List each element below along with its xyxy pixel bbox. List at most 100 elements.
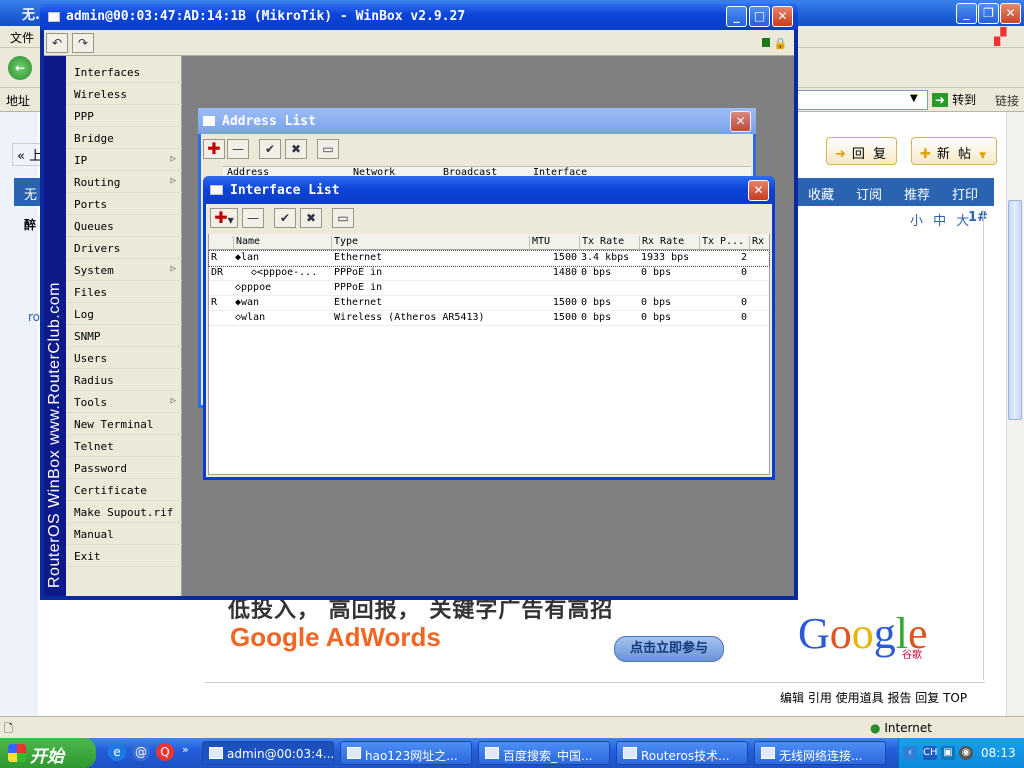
add-icon[interactable]: ✚▼	[210, 208, 238, 228]
interface-table-header: Name Type MTU Tx Rate Rx Rate Tx P... Rx	[209, 234, 769, 250]
cell-type: PPPoE in	[334, 267, 383, 278]
links-label[interactable]: 链接	[995, 92, 1019, 109]
back-arrow-icon[interactable]: ←	[8, 56, 32, 80]
cell-tx: 3.4 kbps	[581, 252, 630, 263]
col-mtu[interactable]: MTU	[529, 236, 579, 250]
task-wireless[interactable]: 无线网络连接...	[754, 741, 886, 765]
nav-recommend[interactable]: 推荐	[904, 184, 930, 203]
col-rx-packets[interactable]: Rx	[749, 236, 769, 250]
menu-item-exit[interactable]: Exit	[66, 545, 182, 567]
browser-quicklaunch-icon[interactable]: @	[132, 743, 150, 761]
menu-item-radius[interactable]: Radius	[66, 369, 182, 391]
menu-item-drivers[interactable]: Drivers	[66, 237, 182, 259]
col-network[interactable]: Network	[353, 167, 395, 176]
interface-list-close-button[interactable]: ✕	[748, 180, 769, 201]
task-hao123[interactable]: hao123网址之...	[340, 741, 472, 765]
windows-flag-icon	[8, 744, 26, 762]
table-row[interactable]: ◇pppoe PPPoE in	[209, 281, 769, 296]
menu-item-ip[interactable]: IP ▷	[66, 149, 182, 171]
table-row[interactable]: R ◆wan Ethernet 1500 0 bps 0 bps 0	[209, 296, 769, 311]
address-list-title-bar[interactable]: Address List ✕	[198, 108, 756, 134]
speaker-icon[interactable]: ◉	[959, 746, 973, 760]
ie-maximize-button[interactable]: ❐	[978, 3, 999, 24]
table-row[interactable]: ◇wlan Wireless (Atheros AR5413) 1500 0 bps 0…	[209, 311, 769, 326]
interface-list-title-bar[interactable]: Interface List ✕	[203, 176, 775, 204]
menu-item-log[interactable]: Log	[66, 303, 182, 325]
undo-icon[interactable]: ↶	[46, 33, 68, 53]
menu-item-wireless[interactable]: Wireless	[66, 83, 182, 105]
disable-icon[interactable]: ✖	[300, 208, 322, 228]
menu-item-bridge[interactable]: Bridge	[66, 127, 182, 149]
new-post-button[interactable]: ✚ 新 帖 ▼	[911, 137, 998, 165]
qq-quicklaunch-icon[interactable]: Q	[156, 743, 174, 761]
disable-icon[interactable]: ✖	[285, 139, 307, 159]
reply-button[interactable]: ➜ 回 复	[826, 137, 898, 165]
winbox-close-button[interactable]: ✕	[772, 6, 793, 27]
address-list-close-button[interactable]: ✕	[730, 111, 751, 132]
col-rx-rate[interactable]: Rx Rate	[639, 236, 699, 250]
redo-icon[interactable]: ↷	[72, 33, 94, 53]
task-routeros[interactable]: Routeros技术...	[616, 741, 748, 765]
cell-txp: 2	[740, 252, 747, 263]
cell-txp: 0	[740, 267, 747, 278]
reply-icon: ➜	[835, 147, 848, 162]
nav-favorite[interactable]: 收藏	[808, 184, 834, 203]
task-winbox[interactable]: admin@00:03:4...	[202, 741, 334, 765]
ad-join-button[interactable]: 点击立即参与	[614, 636, 724, 662]
winbox-title-bar[interactable]: admin@00:03:47:AD:14:1B (MikroTik) - Win…	[40, 4, 798, 30]
winbox-maximize-button[interactable]: □	[749, 6, 770, 27]
add-icon[interactable]: ✚	[203, 139, 225, 159]
enable-icon[interactable]: ✔	[274, 208, 296, 228]
remove-icon[interactable]: —	[242, 208, 264, 228]
post-action-links[interactable]: 编辑 引用 使用道具 报告 回复 TOP	[780, 689, 967, 706]
col-type[interactable]: Type	[331, 236, 529, 250]
ie-minimize-button[interactable]: _	[956, 3, 977, 24]
menu-item-tools[interactable]: Tools ▷	[66, 391, 182, 413]
menu-item-ports[interactable]: Ports	[66, 193, 182, 215]
col-address[interactable]: Address	[227, 167, 269, 176]
menu-item-new-terminal[interactable]: New Terminal	[66, 413, 182, 435]
menu-item-manual[interactable]: Manual	[66, 523, 182, 545]
col-tx-rate[interactable]: Tx Rate	[579, 236, 639, 250]
remove-icon[interactable]: —	[227, 139, 249, 159]
comment-icon[interactable]: ▭	[317, 139, 339, 159]
menu-item-routing[interactable]: Routing ▷	[66, 171, 182, 193]
ie-quicklaunch-icon[interactable]: e	[108, 743, 126, 761]
adwords-title[interactable]: Google AdWords	[230, 622, 441, 653]
menu-item-ppp[interactable]: PPP	[66, 105, 182, 127]
quicklaunch-more-icon[interactable]: »	[182, 743, 189, 756]
col-name[interactable]: Name	[233, 236, 331, 250]
col-tx-packets[interactable]: Tx P...	[699, 236, 749, 250]
menu-item-snmp[interactable]: SNMP	[66, 325, 182, 347]
table-row[interactable]: R ◆lan Ethernet 1500 3.4 kbps 1933 bps 2	[208, 250, 770, 267]
menu-item-make-supout-rif[interactable]: Make Supout.rif	[66, 501, 182, 523]
table-row[interactable]: DR ◇<pppoe-... PPPoE in 1480 0 bps 0 bps 0	[209, 266, 769, 281]
menu-item-password[interactable]: Password	[66, 457, 182, 479]
menu-item-telnet[interactable]: Telnet	[66, 435, 182, 457]
ie-menu-file[interactable]: 文件	[10, 29, 34, 46]
menu-item-files[interactable]: Files	[66, 281, 182, 303]
chevron-down-icon[interactable]: ▼	[910, 93, 918, 104]
enable-icon[interactable]: ✔	[259, 139, 281, 159]
nav-print[interactable]: 打印	[952, 184, 978, 203]
tray-expand-icon[interactable]: ‹	[903, 746, 917, 760]
nav-subscribe[interactable]: 订阅	[856, 184, 882, 203]
language-icon[interactable]: CH	[923, 746, 938, 760]
col-interface[interactable]: Interface	[533, 167, 587, 176]
address-list-title: Address List	[222, 114, 316, 129]
cell-rx: 0 bps	[641, 297, 672, 308]
task-baidu[interactable]: 百度搜索_中国...	[478, 741, 610, 765]
menu-item-queues[interactable]: Queues	[66, 215, 182, 237]
col-broadcast[interactable]: Broadcast	[443, 167, 497, 176]
winbox-minimize-button[interactable]: _	[726, 6, 747, 27]
ie-close-button[interactable]: ✕	[1000, 3, 1021, 24]
comment-icon[interactable]: ▭	[332, 208, 354, 228]
menu-item-system[interactable]: System ▷	[66, 259, 182, 281]
font-size-selector[interactable]: 小 中 大	[910, 210, 972, 229]
menu-item-interfaces[interactable]: Interfaces	[66, 61, 182, 83]
menu-item-certificate[interactable]: Certificate	[66, 479, 182, 501]
network-icon[interactable]: ▣	[941, 746, 955, 760]
scrollbar-thumb[interactable]	[1008, 200, 1022, 420]
menu-item-users[interactable]: Users	[66, 347, 182, 369]
go-button[interactable]: ➜ 转到	[932, 91, 976, 108]
